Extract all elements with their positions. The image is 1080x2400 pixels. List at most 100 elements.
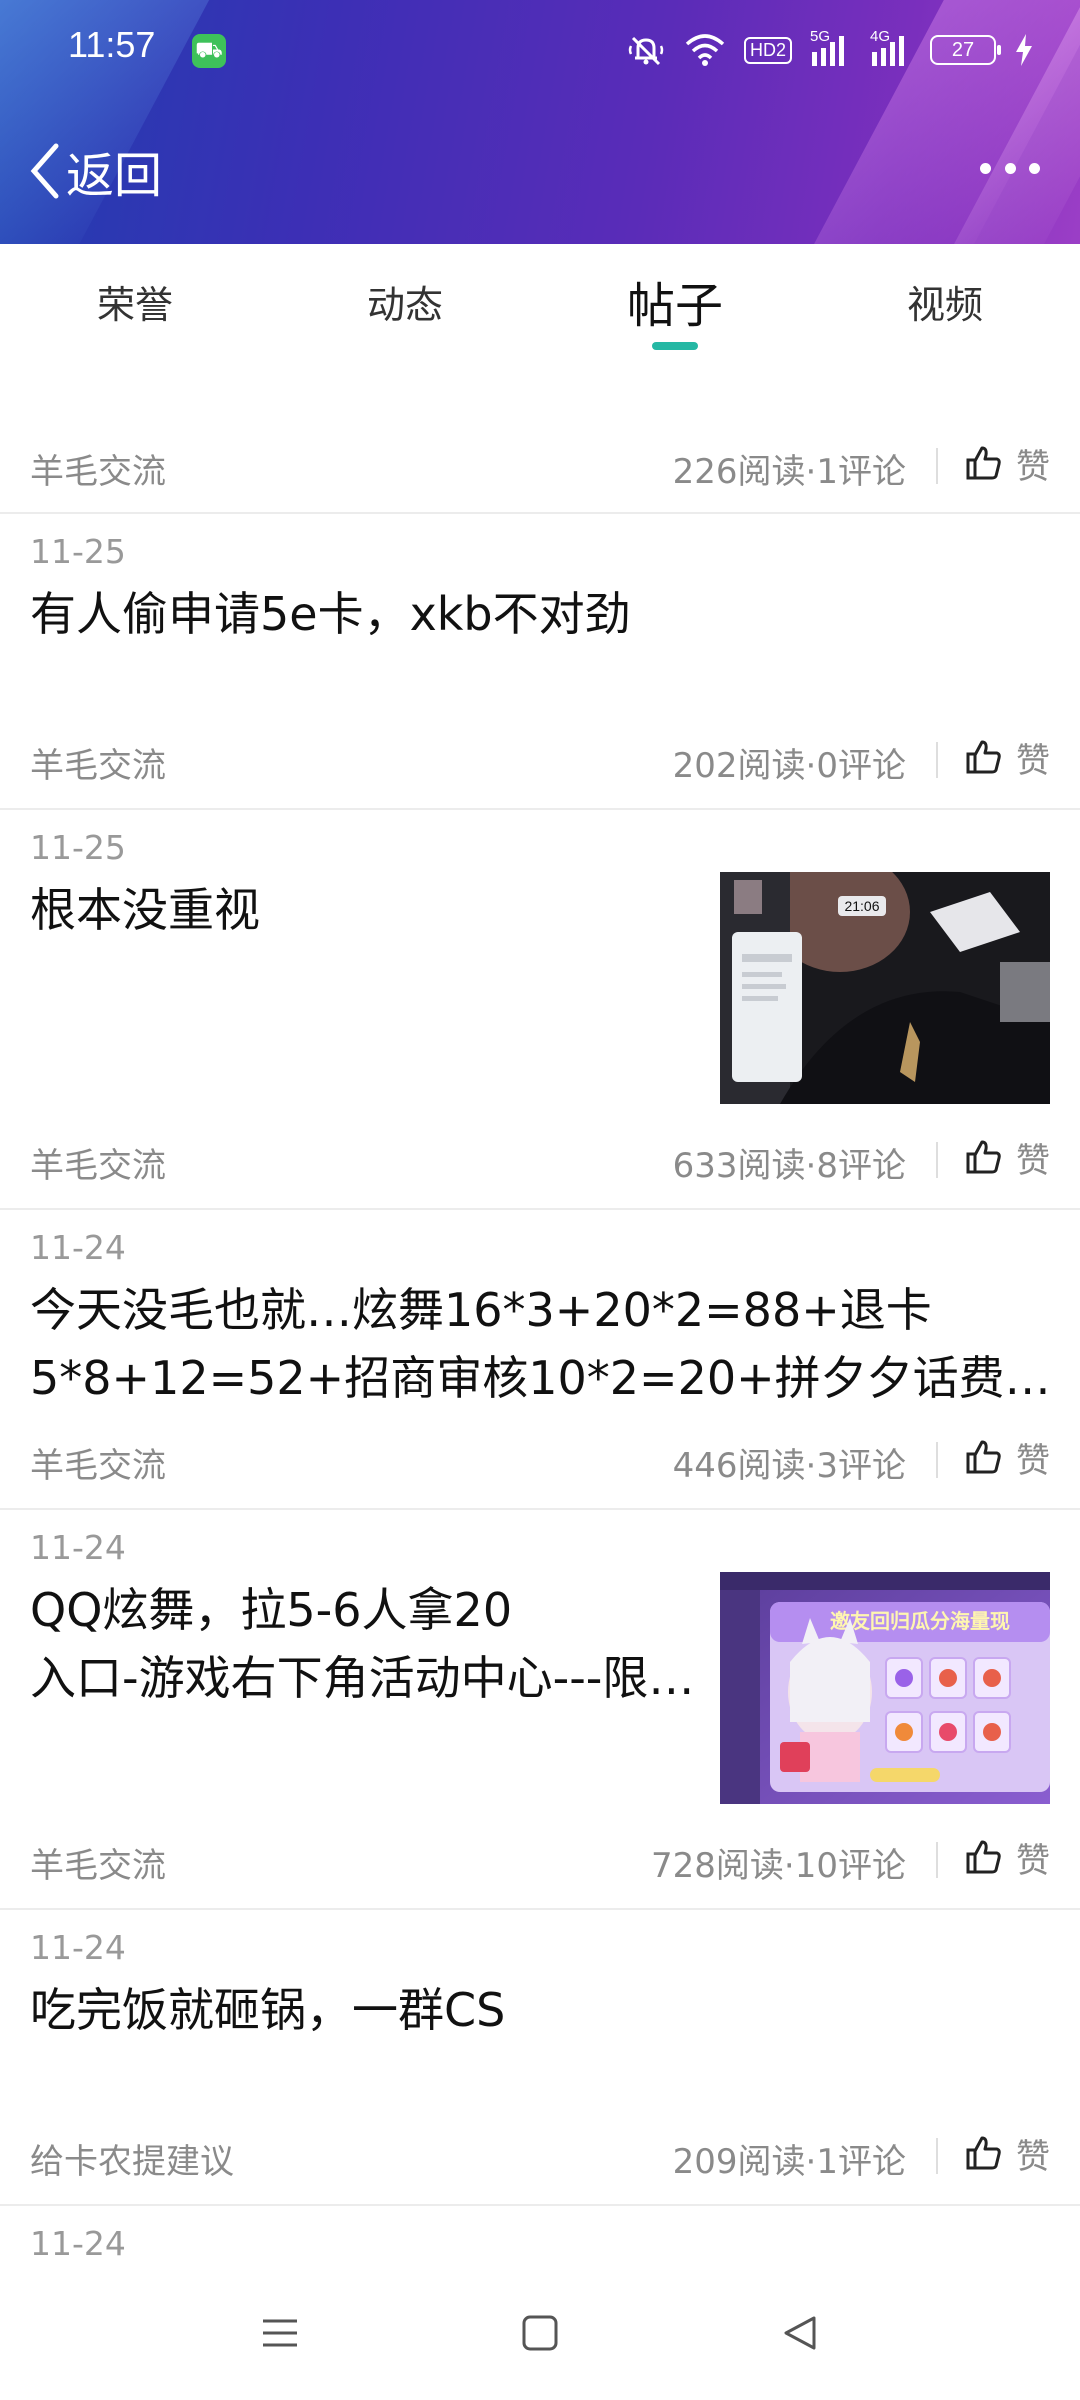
post-date: 11-24 (30, 1928, 126, 1967)
tab-videos[interactable]: 视频 (810, 244, 1080, 364)
status-indicators: HD2 5G 4G 27 (626, 28, 1034, 72)
post-title[interactable]: 吃完饭就砸锅，一群CS (30, 1976, 505, 2044)
post-item[interactable]: 11-24 QQ炫舞，拉5-6人拿20 入口-游戏右下角活动中心---限… 邀友… (0, 1510, 1080, 1910)
like-button[interactable]: 赞 (966, 1832, 1050, 1882)
system-back-button[interactable] (770, 2308, 830, 2358)
thumbnail-timestamp: 21:06 (844, 898, 879, 914)
like-button[interactable]: 赞 (966, 438, 1050, 488)
more-button[interactable] (980, 148, 1040, 188)
post-item[interactable]: 羊毛交流 226阅读·1评论 赞 (0, 364, 1080, 514)
profile-tabs: 荣誉 动态 帖子 视频 (0, 244, 1080, 364)
chevron-left-icon (30, 143, 59, 199)
post-date: 11-25 (30, 532, 126, 571)
post-category[interactable]: 羊毛交流 (30, 444, 166, 493)
nav-bar: 返回 (0, 130, 1080, 210)
meta-divider (936, 1442, 938, 1478)
signal-5g-icon: 5G (810, 28, 852, 70)
post-meta: 给卡农提建议 209阅读·1评论 赞 (0, 2104, 1080, 2204)
home-button[interactable] (510, 2308, 570, 2358)
more-dots-icon (980, 162, 991, 174)
thumbs-up-icon (966, 2136, 1001, 2170)
post-title[interactable]: 有人偷申请5e卡，xkb不对劲 (30, 580, 631, 648)
post-category[interactable]: 给卡农提建议 (30, 2134, 234, 2183)
tab-activity[interactable]: 动态 (270, 244, 540, 364)
system-nav-bar (0, 2264, 1080, 2400)
home-square-icon (522, 2315, 558, 2351)
back-label: 返回 (66, 148, 163, 204)
game-banner-image: 邀友回归瓜分海量现 (720, 1572, 1050, 1804)
post-item[interactable]: 11-24 今天没毛也就…炫舞16*3+20*2=88+退卡 5*8+12=52… (0, 1210, 1080, 1510)
like-label: 赞 (1016, 2136, 1050, 2177)
post-meta: 羊毛交流 446阅读·3评论 赞 (0, 1408, 1080, 1508)
thumbs-up-icon (966, 446, 1001, 480)
battery-indicator: 27 (930, 35, 1001, 65)
meta-divider (936, 2138, 938, 2174)
post-title-line2[interactable]: 入口-游戏右下角活动中心---限… (30, 1644, 694, 1712)
post-category[interactable]: 羊毛交流 (30, 738, 166, 787)
tab-posts[interactable]: 帖子 (540, 244, 810, 364)
charging-bolt-icon (1016, 34, 1032, 66)
thumbs-up-icon (966, 740, 1001, 774)
wifi-icon (685, 34, 725, 66)
mute-bell-icon (628, 36, 664, 66)
post-date: 11-25 (30, 828, 126, 867)
back-button[interactable]: 返回 (28, 136, 162, 206)
thumbs-up-icon (966, 1840, 1001, 1874)
post-item[interactable]: 11-25 根本没重视 21:06 羊毛交流 633阅读·8评论 赞 (0, 810, 1080, 1210)
signal-4g-icon: 4G (870, 28, 912, 70)
more-dots-icon (1029, 162, 1040, 174)
photo-image: 21:06 (720, 872, 1050, 1104)
post-date: 11-24 (30, 2224, 126, 2263)
like-label: 赞 (1016, 1140, 1050, 1181)
post-date: 11-24 (30, 1228, 126, 1267)
like-label: 赞 (1016, 740, 1050, 781)
post-stats: 633阅读·8评论 (672, 1146, 906, 1186)
thumbnail-banner-text: 邀友回归瓜分海量现 (830, 1609, 1010, 1633)
post-stats: 202阅读·0评论 (672, 746, 906, 786)
app-header: 11:57 ⛟ HD2 5G 4G 27 返回 (0, 0, 1080, 244)
post-meta: 羊毛交流 728阅读·10评论 赞 (0, 1808, 1080, 1908)
shopping-bag-icon: ⛟ (192, 34, 226, 68)
post-meta: 羊毛交流 202阅读·0评论 赞 (0, 708, 1080, 808)
like-label: 赞 (1016, 1840, 1050, 1881)
hd-voice-badge: HD2 (743, 36, 792, 64)
post-thumbnail[interactable]: 邀友回归瓜分海量现 (720, 1572, 1050, 1804)
post-item[interactable]: 11-24 吃完饭就砸锅，一群CS 给卡农提建议 209阅读·1评论 赞 (0, 1910, 1080, 2206)
back-triangle-icon (784, 2316, 816, 2350)
post-item[interactable]: 11-24 (0, 2206, 1080, 2264)
post-stats: 728阅读·10评论 (651, 1846, 906, 1886)
post-thumbnail[interactable]: 21:06 (720, 872, 1050, 1104)
post-category[interactable]: 羊毛交流 (30, 1438, 166, 1487)
thumbs-up-icon (966, 1440, 1001, 1474)
post-category[interactable]: 羊毛交流 (30, 1838, 166, 1887)
post-date: 11-24 (30, 1528, 126, 1567)
like-button[interactable]: 赞 (966, 1432, 1050, 1482)
tab-honor[interactable]: 荣誉 (0, 244, 270, 364)
menu-button[interactable] (250, 2308, 310, 2358)
post-stats: 226阅读·1评论 (672, 452, 906, 492)
post-meta: 羊毛交流 226阅读·1评论 赞 (0, 414, 1080, 514)
status-bar: 11:57 ⛟ HD2 5G 4G 27 (0, 0, 1080, 100)
post-title-line2[interactable]: 5*8+12=52+招商审核10*2=20+拼夕夕话费23*… (30, 1344, 1060, 1412)
post-meta: 羊毛交流 633阅读·8评论 赞 (0, 1108, 1080, 1208)
meta-divider (936, 742, 938, 778)
post-title[interactable]: 根本没重视 (30, 876, 260, 944)
menu-lines-icon (263, 2319, 297, 2347)
post-item[interactable]: 11-25 有人偷申请5e卡，xkb不对劲 羊毛交流 202阅读·0评论 赞 (0, 514, 1080, 810)
more-dots-icon (1004, 162, 1016, 174)
meta-divider (936, 1142, 938, 1178)
like-label: 赞 (1016, 1440, 1050, 1481)
post-stats: 446阅读·3评论 (672, 1446, 906, 1486)
meta-divider (936, 1842, 938, 1878)
like-button[interactable]: 赞 (966, 2128, 1050, 2178)
status-time: 11:57 (68, 24, 156, 65)
like-button[interactable]: 赞 (966, 732, 1050, 782)
post-title-line1[interactable]: QQ炫舞，拉5-6人拿20 (30, 1576, 512, 1644)
post-stats: 209阅读·1评论 (672, 2142, 906, 2182)
like-button[interactable]: 赞 (966, 1132, 1050, 1182)
post-category[interactable]: 羊毛交流 (30, 1138, 166, 1187)
post-title-line1[interactable]: 今天没毛也就…炫舞16*3+20*2=88+退卡 (30, 1276, 932, 1344)
meta-divider (936, 448, 938, 484)
post-list: 羊毛交流 226阅读·1评论 赞 11-25 有人偷申请5e卡，xkb不对劲 羊… (0, 364, 1080, 2264)
like-label: 赞 (1016, 446, 1050, 487)
